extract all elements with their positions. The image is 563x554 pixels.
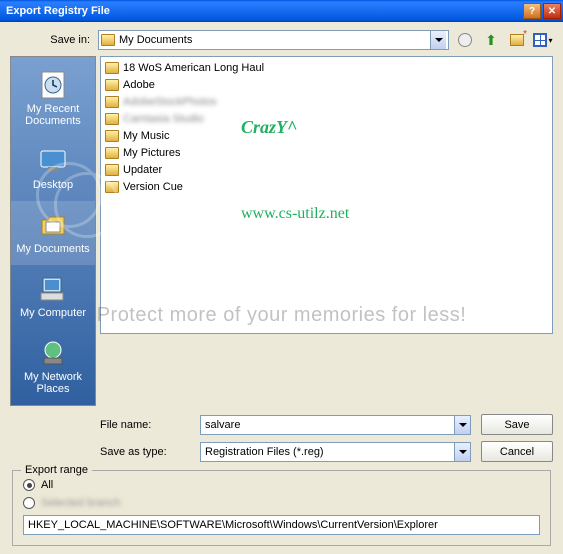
- cancel-button[interactable]: Cancel: [481, 441, 553, 462]
- folder-icon: [105, 164, 119, 176]
- place-my-computer[interactable]: My Computer: [11, 265, 95, 329]
- desktop-icon: [37, 145, 69, 177]
- dropdown-arrow-icon[interactable]: [454, 416, 470, 434]
- export-range-legend: Export range: [21, 464, 92, 476]
- folder-item[interactable]: Updater: [103, 161, 550, 178]
- dropdown-arrow-icon[interactable]: [430, 31, 446, 49]
- folder-item[interactable]: Camtasia Studio: [103, 110, 550, 127]
- recent-documents-icon: [37, 69, 69, 101]
- watermark-text-2: www.cs-utilz.net: [241, 205, 349, 223]
- place-desktop[interactable]: Desktop: [11, 137, 95, 201]
- saveas-label: Save as type:: [100, 446, 200, 458]
- folder-item[interactable]: 18 WoS American Long Haul: [103, 59, 550, 76]
- folder-item[interactable]: My Pictures: [103, 144, 550, 161]
- help-button[interactable]: ?: [523, 3, 541, 19]
- filename-label: File name:: [100, 419, 200, 431]
- radio-all[interactable]: All: [23, 479, 540, 491]
- radio-icon: [23, 479, 35, 491]
- up-icon: ⬆: [485, 32, 497, 49]
- folder-icon: [105, 147, 119, 159]
- place-recent-documents[interactable]: My Recent Documents: [11, 61, 95, 137]
- folder-item[interactable]: My Music: [103, 127, 550, 144]
- back-icon: [458, 33, 472, 47]
- place-my-documents[interactable]: My Documents: [11, 201, 95, 265]
- window-title: Export Registry File: [6, 5, 521, 17]
- place-network-places[interactable]: My Network Places: [11, 329, 95, 405]
- folder-item[interactable]: Adobe: [103, 76, 550, 93]
- folder-icon: [101, 34, 115, 46]
- folder-icon: [105, 96, 119, 108]
- close-button[interactable]: ✕: [543, 3, 561, 19]
- filename-input[interactable]: salvare: [200, 415, 471, 435]
- view-icon: [533, 33, 547, 47]
- radio-selected-branch[interactable]: Selected branch: [23, 497, 540, 509]
- watermark-text-1: CrazY^: [241, 117, 297, 138]
- export-range-fieldset: Export range All Selected branch HKEY_LO…: [12, 470, 551, 546]
- network-places-icon: [37, 337, 69, 369]
- branch-path-input[interactable]: HKEY_LOCAL_MACHINE\SOFTWARE\Microsoft\Wi…: [23, 515, 540, 535]
- folder-item[interactable]: AdobeStockPhotos: [103, 93, 550, 110]
- dropdown-arrow-icon[interactable]: [454, 443, 470, 461]
- savein-label: Save in:: [10, 34, 98, 46]
- folder-item[interactable]: Version Cue: [103, 178, 550, 195]
- titlebar: Export Registry File ? ✕: [0, 0, 563, 22]
- folder-icon: [105, 181, 119, 193]
- places-bar: My Recent Documents Desktop My Documents…: [10, 56, 96, 406]
- folder-icon: [105, 79, 119, 91]
- new-folder-icon: [510, 34, 524, 46]
- folder-icon: [105, 130, 119, 142]
- saveas-combo[interactable]: Registration Files (*.reg): [200, 442, 471, 462]
- folder-icon: [105, 62, 119, 74]
- save-button[interactable]: Save: [481, 414, 553, 435]
- folder-icon: [105, 113, 119, 125]
- view-menu-button[interactable]: ▾: [533, 30, 553, 50]
- my-computer-icon: [37, 273, 69, 305]
- file-listing[interactable]: 18 WoS American Long HaulAdobeAdobeStock…: [100, 56, 553, 334]
- savein-combo[interactable]: My Documents: [98, 30, 449, 50]
- back-button[interactable]: [455, 30, 475, 50]
- radio-icon: [23, 497, 35, 509]
- my-documents-icon: [37, 209, 69, 241]
- up-one-level-button[interactable]: ⬆: [481, 30, 501, 50]
- new-folder-button[interactable]: [507, 30, 527, 50]
- savein-value: My Documents: [119, 34, 430, 46]
